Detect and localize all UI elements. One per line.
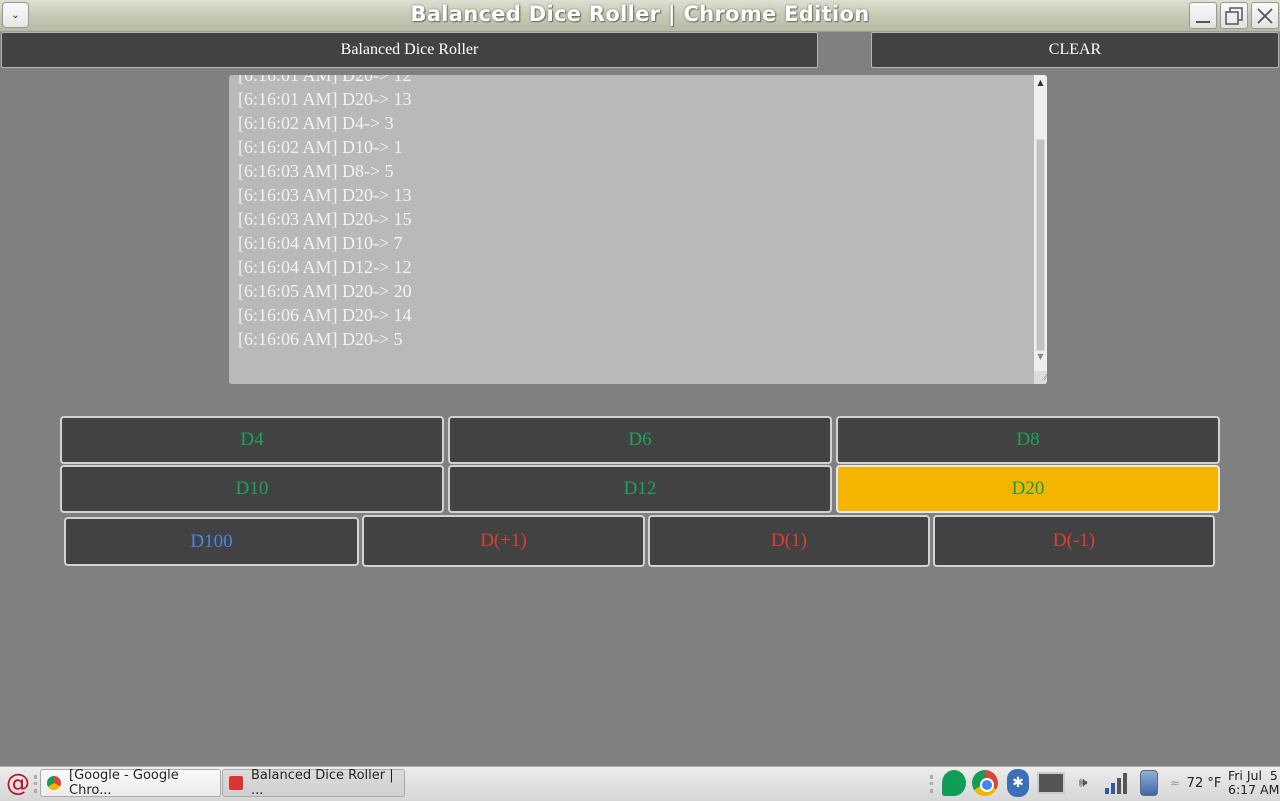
- tray-separator: [930, 775, 936, 793]
- maximize-icon: [1225, 6, 1243, 25]
- minimize-button[interactable]: [1189, 2, 1217, 29]
- log-line: [6:16:05 AM] D20-> 20: [238, 281, 412, 301]
- d8-button[interactable]: D8: [836, 416, 1220, 464]
- d-plus-one-button[interactable]: D(+1): [362, 515, 645, 567]
- log-line: [6:16:01 AM] D20-> 12: [238, 75, 412, 85]
- d-minus-one-button[interactable]: D(-1): [933, 515, 1215, 567]
- clear-button[interactable]: CLEAR: [871, 32, 1279, 68]
- app-title-button[interactable]: Balanced Dice Roller: [1, 32, 818, 68]
- log-scrollbar[interactable]: ▲ ▼ ∕∕: [1034, 75, 1047, 384]
- battery-icon[interactable]: [1137, 769, 1161, 797]
- scroll-up-arrow-icon[interactable]: ▲: [1034, 78, 1047, 87]
- task-label: Balanced Dice Roller | ...: [251, 768, 394, 798]
- temperature-readout[interactable]: 72 °F: [1183, 769, 1225, 797]
- d6-button[interactable]: D6: [448, 416, 832, 464]
- minimize-icon: [1196, 20, 1210, 23]
- resize-grip-icon[interactable]: ∕∕: [1034, 371, 1047, 384]
- d10-button[interactable]: D10: [60, 465, 444, 513]
- weather-icon[interactable]: ≈: [1166, 769, 1184, 797]
- bluetooth-off-icon[interactable]: ✱: [1004, 769, 1032, 797]
- d20-button[interactable]: D20: [836, 465, 1220, 513]
- scrollbar-thumb[interactable]: [1036, 139, 1045, 351]
- log-line: [6:16:01 AM] D20-> 13: [238, 89, 412, 109]
- clock[interactable]: Fri Jul 5 6:17 AM: [1228, 769, 1279, 797]
- close-button[interactable]: [1251, 2, 1279, 29]
- clock-time: 6:17 AM: [1228, 782, 1280, 797]
- debian-start-menu-icon[interactable]: @: [4, 769, 32, 797]
- log-line: [6:16:04 AM] D10-> 7: [238, 233, 403, 253]
- window-title-bar: ⌄ Balanced Dice Roller | Chrome Edition: [0, 0, 1280, 32]
- display-settings-icon[interactable]: [1036, 769, 1066, 797]
- scroll-down-arrow-icon[interactable]: ▼: [1034, 352, 1047, 361]
- d4-button[interactable]: D4: [60, 416, 444, 464]
- log-line: [6:16:02 AM] D4-> 3: [238, 113, 394, 133]
- log-line: [6:16:06 AM] D20-> 5: [238, 329, 403, 349]
- d12-button[interactable]: D12: [448, 465, 832, 513]
- window-title: Balanced Dice Roller | Chrome Edition: [410, 2, 870, 26]
- network-signal-icon[interactable]: [1102, 769, 1130, 797]
- log-line: [6:16:03 AM] D20-> 13: [238, 185, 412, 205]
- hangouts-icon[interactable]: [940, 769, 968, 797]
- d100-button[interactable]: D100: [64, 517, 359, 566]
- taskbar-task-chrome[interactable]: [Google - Google Chro...: [40, 768, 221, 798]
- taskbar-task-dice-roller[interactable]: Balanced Dice Roller | ...: [222, 768, 405, 798]
- volume-icon[interactable]: 🕪: [1068, 769, 1098, 797]
- log-line: [6:16:06 AM] D20-> 14: [238, 305, 412, 325]
- taskbar: @ [Google - Google Chro... Balanced Dice…: [0, 766, 1280, 801]
- dice-icon: [229, 776, 243, 790]
- log-line: [6:16:03 AM] D20-> 15: [238, 209, 412, 229]
- close-icon: [1257, 7, 1273, 24]
- maximize-button[interactable]: [1220, 2, 1248, 29]
- log-line: [6:16:02 AM] D10-> 1: [238, 137, 403, 157]
- roll-log-textarea[interactable]: [6:16:01 AM] D20-> 12 [6:16:01 AM] D20->…: [229, 75, 1047, 384]
- log-line: [6:16:03 AM] D8-> 5: [238, 161, 394, 181]
- clock-date: Fri Jul 5: [1228, 768, 1278, 783]
- d-one-button[interactable]: D(1): [648, 515, 930, 567]
- task-label: [Google - Google Chro...: [69, 768, 179, 798]
- chrome-icon: [47, 776, 61, 790]
- roll-log-lines: [6:16:01 AM] D20-> 12 [6:16:01 AM] D20->…: [238, 75, 412, 351]
- chrome-icon[interactable]: [971, 769, 999, 797]
- log-line: [6:16:04 AM] D12-> 12: [238, 257, 412, 277]
